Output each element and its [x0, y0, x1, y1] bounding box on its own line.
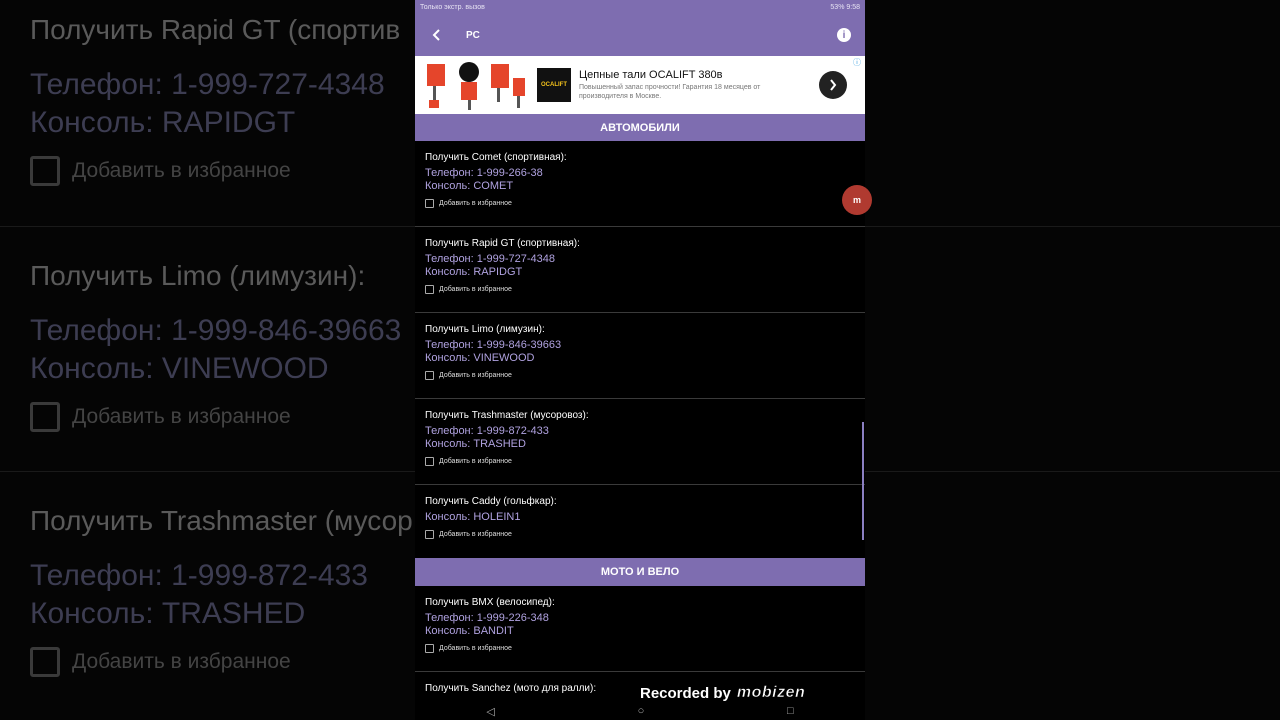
- bg-entry-name: Получить Rapid GT (спортив: [30, 14, 401, 45]
- favorite-checkbox[interactable]: Добавить в избранное: [425, 371, 855, 380]
- favorite-label: Добавить в избранное: [439, 645, 512, 652]
- watermark-text: Recorded by: [640, 684, 731, 702]
- list-item: Получить Comet (спортивная): Телефон: 1-…: [415, 141, 865, 227]
- recorder-bubble-icon[interactable]: m: [842, 185, 872, 215]
- android-nav-bar: ◁ ○ □: [415, 702, 865, 720]
- checkbox-icon: [30, 402, 60, 432]
- item-console: Консоль: BANDIT: [425, 625, 514, 637]
- item-console: Консоль: VINEWOOD: [425, 352, 535, 364]
- item-console: Консоль: RAPIDGT: [425, 266, 523, 278]
- section-header-cars: АВТОМОБИЛИ: [415, 114, 865, 141]
- checkbox-icon: [425, 457, 434, 466]
- bg-entry-fav: Добавить в избранное: [30, 647, 413, 677]
- item-phone: Телефон: 1-999-226-348: [425, 612, 549, 624]
- favorite-checkbox[interactable]: Добавить в избранное: [425, 285, 855, 294]
- recorder-bubble-label: m: [852, 195, 861, 205]
- item-title: Получить Comet (спортивная):: [425, 152, 567, 163]
- bg-fav-label: Добавить в избранное: [72, 650, 291, 673]
- back-arrow-icon: [432, 29, 440, 41]
- item-phone: Телефон: 1-999-266-38: [425, 167, 543, 179]
- item-title: Получить Caddy (гольфкар):: [425, 496, 557, 507]
- hoist-image-icon: [427, 62, 525, 110]
- checkbox-icon: [425, 644, 434, 653]
- item-phone: Телефон: 1-999-727-4348: [425, 253, 556, 265]
- item-phone: Телефон: 1-999-846-39663: [425, 339, 562, 351]
- item-phone: Телефон: 1-999-872-433: [425, 425, 549, 437]
- section-header-bikes: МОТО И ВЕЛО: [415, 558, 865, 586]
- checkbox-icon: [425, 530, 434, 539]
- bg-entry-phone: Телефон: 1-999-872-433: [30, 559, 368, 592]
- bg-entry: Получить Trashmaster (мусор Телефон: 1-9…: [30, 505, 413, 677]
- ad-text: Цепные тали OCALIFT 380в Повышенный запа…: [579, 69, 809, 101]
- ad-banner[interactable]: OCALIFT Цепные тали OCALIFT 380в Повышен…: [415, 56, 865, 114]
- recording-watermark: Recorded by mobizen: [640, 684, 805, 702]
- list-item: Получить Rapid GT (спортивная): Телефон:…: [415, 227, 865, 313]
- list-item: Получить Limo (лимузин): Телефон: 1-999-…: [415, 313, 865, 399]
- checkbox-icon: [30, 156, 60, 186]
- item-console: Консоль: HOLEIN1: [425, 511, 521, 523]
- nav-home-icon[interactable]: ○: [638, 705, 645, 717]
- info-icon[interactable]: i: [837, 28, 851, 42]
- checkbox-icon: [30, 647, 60, 677]
- item-title: Получить BMX (велосипед):: [425, 597, 555, 608]
- bg-entry-fav: Добавить в избранное: [30, 402, 401, 432]
- list-item: Получить BMX (велосипед): Телефон: 1-999…: [415, 586, 865, 672]
- item-console: Консоль: TRASHED: [425, 438, 526, 450]
- checkbox-icon: [425, 285, 434, 294]
- item-title: Получить Limo (лимузин):: [425, 324, 545, 335]
- ad-subtext: Повышенный запас прочности! Гарантия 18 …: [579, 84, 761, 100]
- status-left-text: Только экстр. вызов: [420, 3, 485, 11]
- bg-entry-console: Консоль: VINEWOOD: [30, 352, 329, 385]
- app-bar: PC i: [415, 14, 865, 56]
- checkbox-icon: [425, 199, 434, 208]
- ad-go-button[interactable]: [819, 71, 847, 99]
- list-item: Получить Caddy (гольфкар): Консоль: HOLE…: [415, 485, 865, 558]
- favorite-label: Добавить в избранное: [439, 531, 512, 538]
- nav-recents-icon[interactable]: □: [787, 705, 794, 717]
- favorite-checkbox[interactable]: Добавить в избранное: [425, 530, 855, 539]
- bg-entry-phone: Телефон: 1-999-727-4348: [30, 68, 385, 101]
- favorite-checkbox[interactable]: Добавить в избранное: [425, 457, 855, 466]
- favorite-checkbox[interactable]: Добавить в избранное: [425, 644, 855, 653]
- item-console: Консоль: COMET: [425, 180, 514, 192]
- item-title: Получить Trashmaster (мусоровоз):: [425, 410, 589, 421]
- bg-entry-console: Консоль: RAPIDGT: [30, 106, 296, 139]
- item-title: Получить Rapid GT (спортивная):: [425, 238, 580, 249]
- status-right-text: 53% 9:58: [830, 3, 860, 11]
- adchoices-icon[interactable]: ⓘ: [853, 57, 861, 68]
- list-item: Получить Trashmaster (мусоровоз): Телефо…: [415, 399, 865, 485]
- bg-entry-fav: Добавить в избранное: [30, 156, 400, 186]
- back-button[interactable]: [425, 23, 449, 47]
- watermark-brand: mobizen: [736, 684, 806, 702]
- favorite-label: Добавить в избранное: [439, 200, 512, 207]
- ad-logo: OCALIFT: [537, 68, 571, 102]
- status-bar: Только экстр. вызов 53% 9:58: [415, 0, 865, 14]
- bg-entry-phone: Телефон: 1-999-846-39663: [30, 314, 402, 347]
- chevron-right-icon: [830, 79, 837, 91]
- checkbox-icon: [425, 371, 434, 380]
- bg-entry-console: Консоль: TRASHED: [30, 597, 306, 630]
- favorite-label: Добавить в избранное: [439, 286, 512, 293]
- ad-product-image: [421, 58, 529, 112]
- bg-entry: Получить Rapid GT (спортив Телефон: 1-99…: [30, 14, 400, 186]
- bg-fav-label: Добавить в избранное: [72, 159, 291, 182]
- favorite-label: Добавить в избранное: [439, 372, 512, 379]
- favorite-label: Добавить в избранное: [439, 458, 512, 465]
- phone-screen: Только экстр. вызов 53% 9:58 PC i OCALIF…: [415, 0, 865, 720]
- nav-back-icon[interactable]: ◁: [486, 705, 494, 718]
- bg-entry-name: Получить Limo (лимузин):: [30, 260, 366, 291]
- ad-headline: Цепные тали OCALIFT 380в: [579, 69, 723, 81]
- page-title: PC: [466, 29, 480, 41]
- bg-entry-name: Получить Trashmaster (мусор: [30, 505, 413, 536]
- bg-entry: Получить Limo (лимузин): Телефон: 1-999-…: [30, 260, 401, 432]
- scrollbar[interactable]: [862, 422, 864, 540]
- favorite-checkbox[interactable]: Добавить в избранное: [425, 199, 855, 208]
- bg-fav-label: Добавить в избранное: [72, 405, 291, 428]
